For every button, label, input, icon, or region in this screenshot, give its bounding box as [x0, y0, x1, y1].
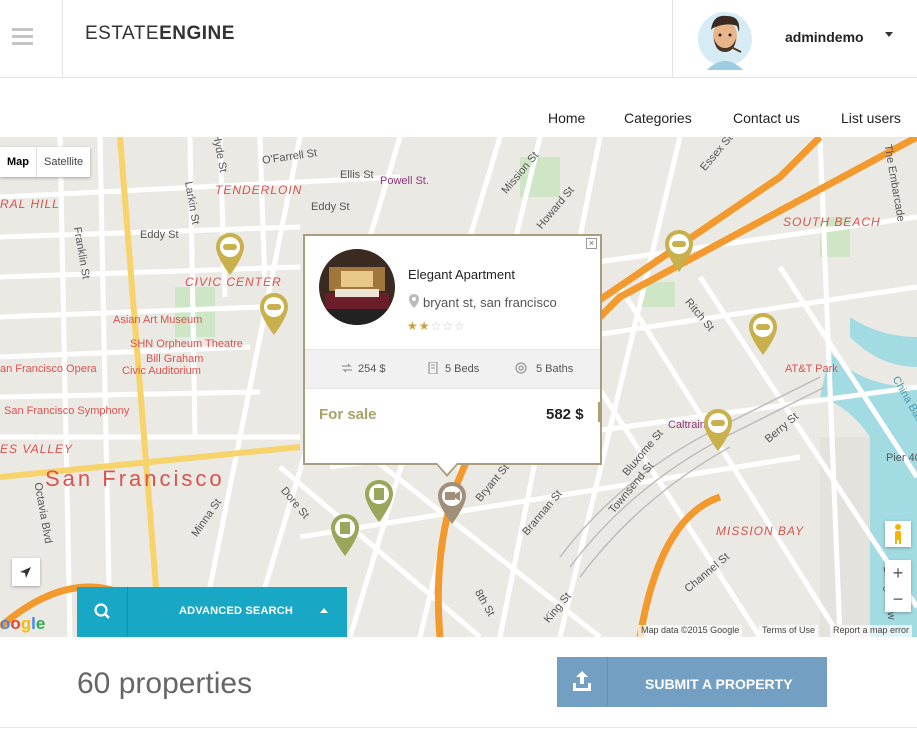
map-label-san-francisco: San Francisco [45, 466, 225, 491]
user-menu[interactable]: admindemo [672, 0, 917, 77]
map-pin-book-icon[interactable] [330, 513, 360, 557]
zoom-in-button[interactable]: + [885, 560, 911, 586]
map-label-powell: Powell St. [380, 175, 429, 187]
property-photo[interactable] [319, 249, 395, 325]
map-terms-link[interactable]: Terms of Use [759, 625, 819, 637]
map-pin-mask-icon[interactable] [215, 232, 245, 276]
chevron-down-icon [885, 32, 893, 37]
map-pin-mask-icon[interactable] [703, 408, 733, 452]
property-infowindow[interactable]: × Elegant Apartment bryant st, san franc… [303, 234, 602, 465]
map-label-ellis: Ellis St [340, 169, 374, 181]
map-marker-icon [409, 294, 419, 308]
map-label-asian-art: Asian Art Museum [113, 314, 203, 326]
top-header: ESTATEENGINE admindemo [0, 0, 917, 78]
property-status: For sale [319, 406, 377, 423]
navigation-arrow-icon [20, 567, 31, 578]
map-pin-mask-icon[interactable] [664, 229, 694, 273]
zoom-out-button[interactable]: − [885, 586, 911, 612]
map-report-link[interactable]: Report a map error [830, 625, 913, 637]
map-label-ral-hill: RAL HILL [0, 197, 60, 211]
map-label-orpheum: SHN Orpheum Theatre [130, 338, 243, 350]
map-pin-mask-icon[interactable] [259, 292, 289, 336]
map-type-satellite[interactable]: Satellite [37, 147, 90, 177]
map-pin-video-icon[interactable] [437, 481, 467, 525]
upload-button-icon-box [557, 657, 608, 707]
exchange-icon [342, 363, 352, 373]
property-address: bryant st, san francisco [423, 295, 557, 310]
properties-count: 60 properties [77, 667, 253, 700]
star-filled-icon: ★★ [407, 319, 431, 333]
hamburger-icon [12, 42, 33, 45]
map-label-pier40: Pier 40 [886, 452, 917, 464]
logo-text-estate: ESTATE [85, 23, 160, 44]
map-label-sf-opera: an Francisco Opera [0, 363, 97, 375]
google-logo: oogle [0, 614, 46, 633]
lifebuoy-icon [515, 362, 527, 374]
building-icon [428, 362, 438, 374]
map-label-south-beach: SOUTH BEACH [783, 215, 881, 229]
map-label-sf-symphony: San Francisco Symphony [4, 405, 130, 417]
zoom-control: + − [885, 560, 911, 612]
submit-property-label: SUBMIT A PROPERTY [645, 676, 793, 692]
advanced-search-label[interactable]: ADVANCED SEARCH [179, 605, 293, 617]
map-label-bill-graham: Bill Graham [146, 353, 204, 365]
rating-stars: ★★☆☆☆ [407, 319, 466, 333]
map-attribution: Map data ©2015 Google [638, 625, 743, 637]
close-icon[interactable]: × [586, 238, 597, 249]
property-features: 254 $ 5 Beds 5 Baths [305, 349, 600, 389]
nav-categories[interactable]: Categories [624, 110, 692, 126]
map-type-map[interactable]: Map [0, 147, 37, 177]
nav-home[interactable]: Home [548, 110, 585, 126]
avatar [698, 12, 752, 70]
map-label-tenderloin: TENDERLOIN [215, 183, 303, 197]
logo-text-engine: ENGINE [159, 23, 235, 44]
street-view-pegman-icon[interactable] [885, 521, 911, 547]
site-logo[interactable]: ESTATEENGINE [85, 23, 235, 45]
map-label-mission-bay: MISSION BAY [716, 524, 805, 538]
chevron-up-icon[interactable] [320, 608, 328, 613]
map-label-eddy-1: Eddy St [311, 201, 350, 213]
main-nav: Home Categories Contact us List users [0, 110, 917, 130]
hamburger-icon [12, 28, 33, 31]
nav-contact-us[interactable]: Contact us [733, 110, 800, 126]
divider [0, 727, 917, 728]
feature-beds: 5 Beds [445, 363, 480, 375]
infowindow-tail-inner [437, 463, 457, 474]
map-label-caltrain: Caltrain [668, 419, 706, 431]
star-empty-icon: ☆☆☆ [430, 319, 466, 333]
map-label-att-park: AT&T Park [785, 363, 838, 375]
hamburger-icon [12, 35, 33, 38]
map-pin-mask-icon[interactable] [748, 312, 778, 356]
map-pin-book-icon[interactable] [364, 479, 394, 523]
map-label-eddy-2: Eddy St [140, 229, 179, 241]
price-accent-bar [598, 402, 600, 422]
upload-icon [573, 671, 591, 691]
map-label-civic-aud: Civic Auditorium [122, 365, 201, 377]
feature-price: 254 $ [358, 363, 386, 375]
nav-list-users[interactable]: List users [841, 110, 901, 126]
property-price: 582 $ [546, 406, 584, 423]
search-button[interactable] [77, 587, 128, 637]
search-icon [94, 603, 110, 619]
advanced-search-bar[interactable]: ADVANCED SEARCH [77, 587, 347, 637]
map-label-civic-center: CIVIC CENTER [185, 275, 282, 289]
feature-baths: 5 Baths [536, 363, 574, 375]
property-title[interactable]: Elegant Apartment [408, 267, 515, 282]
menu-button[interactable] [0, 0, 63, 77]
map-label-es-valley: ES VALLEY [0, 442, 74, 456]
map-type-control: Map Satellite [0, 147, 91, 177]
username: admindemo [785, 29, 864, 45]
property-map[interactable]: TENDERLOIN RAL HILL CIVIC CENTER SOUTH B… [0, 137, 917, 637]
submit-property-button[interactable]: SUBMIT A PROPERTY [557, 657, 827, 707]
pegman-icon [895, 524, 901, 544]
locate-button[interactable] [12, 558, 40, 586]
